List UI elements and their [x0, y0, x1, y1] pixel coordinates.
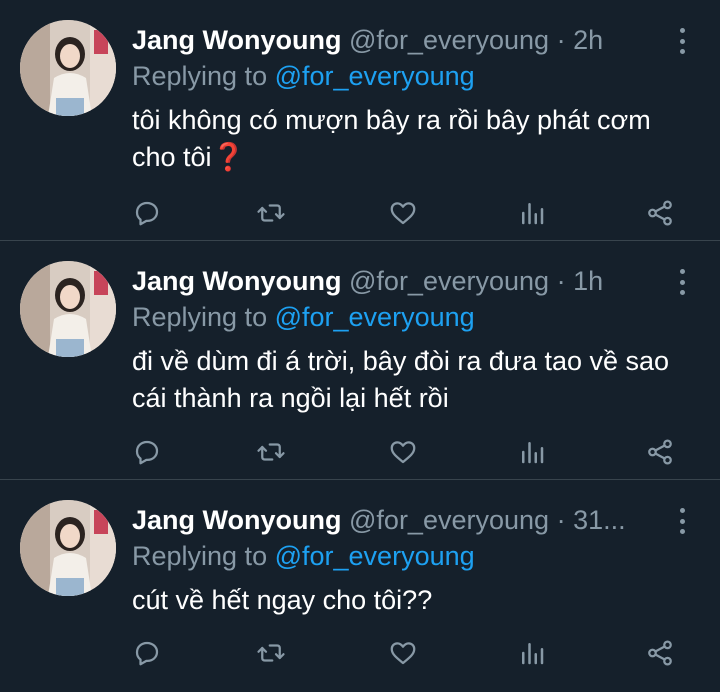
reply-button[interactable] — [132, 437, 162, 467]
share-button[interactable] — [645, 638, 675, 668]
tweet-actions — [132, 198, 692, 228]
author-handle[interactable]: @for_everyoung — [349, 25, 549, 55]
author-name[interactable]: Jang Wonyoung — [132, 266, 342, 296]
avatar[interactable] — [20, 20, 116, 116]
separator: · — [556, 505, 566, 535]
share-icon — [648, 439, 672, 465]
heart-icon — [390, 642, 416, 665]
tweet-text: đi về dùm đi á trời, bây đòi ra đưa tao … — [132, 346, 670, 413]
analytics-button[interactable] — [517, 437, 547, 467]
heart-icon — [390, 441, 416, 464]
analytics-icon — [522, 643, 544, 665]
tweet-header: Jang Wonyoung @for_everyoung · 2h — [132, 22, 670, 58]
reply-bubble-icon — [135, 641, 159, 666]
separator: · — [556, 266, 566, 296]
tweet[interactable]: Jang Wonyoung @for_everyoung · 2h Replyi… — [0, 0, 720, 241]
analytics-button[interactable] — [517, 638, 547, 668]
tweet-actions — [132, 437, 692, 467]
author-handle[interactable]: @for_everyoung — [349, 266, 549, 296]
retweet-icon — [257, 644, 285, 662]
avatar-photo — [20, 261, 116, 357]
heart-icon — [390, 202, 416, 225]
replying-to: Replying to @for_everyoung — [132, 299, 475, 335]
analytics-icon — [522, 442, 544, 464]
replying-to-label: Replying to — [132, 541, 268, 571]
author-name[interactable]: Jang Wonyoung — [132, 505, 342, 535]
share-icon — [648, 640, 672, 666]
replying-to-label: Replying to — [132, 302, 268, 332]
retweet-icon — [257, 443, 285, 461]
replying-to: Replying to @for_everyoung — [132, 58, 475, 94]
more-vertical-icon[interactable] — [670, 267, 694, 297]
analytics-icon — [522, 203, 544, 225]
tweet-header: Jang Wonyoung @for_everyoung · 1h — [132, 263, 670, 299]
tweet-text: tôi không có mượn bây ra rồi bây phát cơ… — [132, 105, 651, 172]
more-vertical-icon[interactable] — [670, 506, 694, 536]
replying-to: Replying to @for_everyoung — [132, 538, 475, 574]
share-button[interactable] — [645, 198, 675, 228]
timestamp[interactable]: 1h — [573, 266, 603, 296]
tweet-actions — [132, 638, 692, 668]
retweet-icon — [257, 204, 285, 222]
like-button[interactable] — [388, 437, 418, 467]
reply-bubble-icon — [135, 440, 159, 465]
avatar-photo — [20, 20, 116, 116]
mention-link[interactable]: @for_everyoung — [275, 302, 475, 332]
separator: · — [556, 25, 566, 55]
author-handle[interactable]: @for_everyoung — [349, 505, 549, 535]
share-icon — [648, 200, 672, 226]
tweet[interactable]: Jang Wonyoung @for_everyoung · 31... Rep… — [0, 480, 720, 692]
reply-button[interactable] — [132, 638, 162, 668]
reply-bubble-icon — [135, 201, 159, 226]
retweet-button[interactable] — [256, 437, 286, 467]
mention-link[interactable]: @for_everyoung — [275, 61, 475, 91]
like-button[interactable] — [388, 638, 418, 668]
timestamp[interactable]: 31... — [573, 505, 626, 535]
more-vertical-icon[interactable] — [670, 26, 694, 56]
retweet-button[interactable] — [256, 198, 286, 228]
tweet-header: Jang Wonyoung @for_everyoung · 31... — [132, 502, 670, 538]
avatar[interactable] — [20, 261, 116, 357]
reply-button[interactable] — [132, 198, 162, 228]
tweet-text: cút về hết ngay cho tôi?? — [132, 585, 433, 615]
tweet[interactable]: Jang Wonyoung @for_everyoung · 1h Replyi… — [0, 241, 720, 480]
avatar[interactable] — [20, 500, 116, 596]
like-button[interactable] — [388, 198, 418, 228]
share-button[interactable] — [645, 437, 675, 467]
avatar-photo — [20, 500, 116, 596]
mention-link[interactable]: @for_everyoung — [275, 541, 475, 571]
retweet-button[interactable] — [256, 638, 286, 668]
analytics-button[interactable] — [517, 198, 547, 228]
timestamp[interactable]: 2h — [573, 25, 603, 55]
replying-to-label: Replying to — [132, 61, 268, 91]
author-name[interactable]: Jang Wonyoung — [132, 25, 342, 55]
